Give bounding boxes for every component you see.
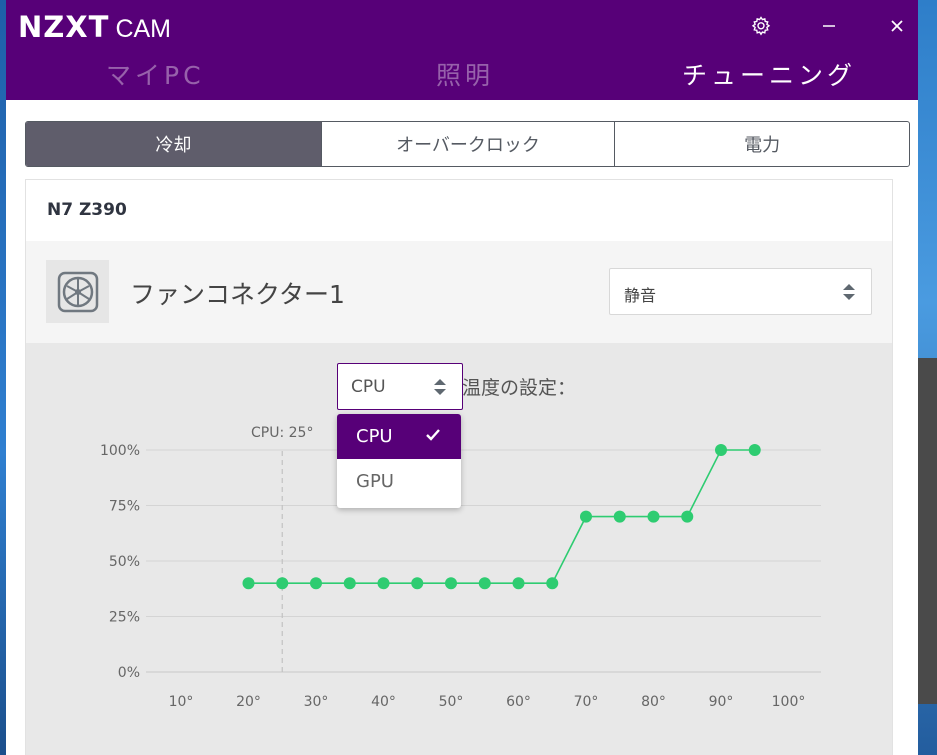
curve-point[interactable] [445,577,457,590]
dropdown-option-label: GPU [356,471,394,492]
x-tick-label: 60° [506,694,531,710]
fan-connector-label: ファンコネクター1 [130,280,345,309]
tab-my-pc[interactable]: マイPC [106,56,205,92]
x-tick-label: 50° [439,694,464,710]
title-bar: NZXT CAM マイPC 照明 チューニング [6,0,918,100]
device-name: N7 Z390 [47,200,127,220]
curve-point[interactable] [580,510,592,523]
subtab-overclock[interactable]: オーバークロック [320,122,615,166]
y-tick-label: 100% [100,443,140,459]
subtab-power[interactable]: 電力 [614,122,909,166]
fan-icon [46,260,109,323]
logo-product: CAM [115,15,172,43]
logo-brand: NZXT [18,10,110,44]
tab-lighting[interactable]: 照明 [436,56,494,92]
curve-point[interactable] [748,444,761,456]
dropdown-option-label: CPU [356,426,393,447]
curve-point[interactable] [411,577,424,590]
sub-tab-bar: 冷却 オーバークロック 電力 [25,121,910,167]
app-logo: NZXT CAM [18,10,171,44]
curve-point[interactable] [647,510,660,523]
curve-point[interactable] [715,444,727,456]
minimize-icon [823,25,835,27]
curve-point[interactable] [343,577,356,590]
curve-point[interactable] [276,577,289,590]
select-arrows-icon [433,378,447,396]
minimize-button[interactable] [814,12,844,40]
temperature-source-dropdown: CPU GPU [337,414,461,508]
app-window: NZXT CAM マイPC 照明 チューニング 冷却 オーバークロック 電力 N… [6,0,918,755]
y-tick-label: 0% [118,665,140,681]
fan-preset-select[interactable]: 静音 [609,268,872,315]
temperature-source-select[interactable]: CPU [337,363,463,410]
x-tick-label: 80° [641,694,666,710]
close-icon [891,20,903,32]
curve-point[interactable] [478,577,491,590]
current-temp-label: CPU: 25° [251,425,313,441]
curve-point[interactable] [310,577,322,590]
tab-tuning[interactable]: チューニング [682,56,856,92]
y-tick-label: 75% [109,499,140,515]
x-tick-label: 40° [371,694,396,710]
curve-point[interactable] [546,577,559,590]
select-arrows-icon [842,283,856,301]
settings-button[interactable] [746,12,776,40]
check-icon [426,429,440,441]
temperature-source-value: CPU [351,377,386,397]
close-button[interactable] [882,12,912,40]
x-tick-label: 70° [574,694,599,710]
fan-curve-line [248,449,755,584]
y-tick-label: 50% [109,554,140,570]
curve-point[interactable] [242,577,255,590]
curve-point[interactable] [377,577,390,590]
dropdown-option-cpu[interactable]: CPU [337,414,461,459]
x-tick-label: 90° [709,694,734,710]
subtab-cooling[interactable]: 冷却 [26,122,321,166]
curve-point[interactable] [512,577,525,590]
x-tick-label: 20° [236,694,261,710]
fan-preset-value: 静音 [624,286,657,305]
x-tick-label: 30° [304,694,329,710]
x-tick-label: 10° [169,694,194,710]
curve-point[interactable] [613,510,626,523]
fan-connector-row: ファンコネクター1 静音 [26,241,892,343]
curve-point[interactable] [681,510,694,523]
temperature-setting-label: 温度の設定： [462,377,577,399]
dropdown-option-gpu[interactable]: GPU [337,459,461,504]
gear-icon [751,16,771,36]
x-tick-label: 100° [772,694,806,710]
y-tick-label: 25% [109,610,140,626]
